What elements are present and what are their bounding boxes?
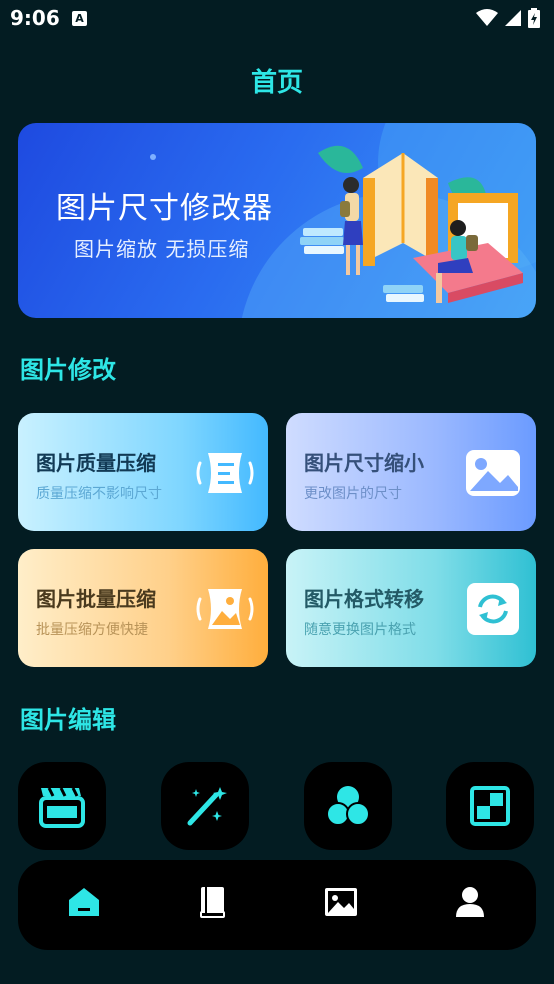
gallery-icon (325, 888, 357, 916)
card-subtitle: 更改图片的尺寸 (304, 486, 402, 502)
compress-icon (196, 453, 254, 493)
banner-title: 图片尺寸修改器 (56, 191, 273, 226)
tool-video-button[interactable] (18, 762, 106, 850)
magic-wand-icon (187, 787, 227, 826)
status-bar: 9:06 A (0, 0, 554, 38)
tab-gallery[interactable] (321, 882, 361, 922)
wifi-icon (476, 9, 498, 26)
card-title: 图片质量压缩 (36, 451, 156, 475)
bottom-tab-bar (18, 860, 536, 950)
tab-home[interactable] (64, 882, 104, 922)
card-size-reduce[interactable]: 图片尺寸缩小 更改图片的尺寸 (286, 413, 536, 531)
tool-filter-button[interactable] (304, 762, 392, 850)
tab-library[interactable] (192, 882, 232, 922)
batch-compress-icon (196, 589, 254, 629)
section-title-modify: 图片修改 (20, 356, 116, 384)
image-icon (466, 450, 520, 496)
page-title: 首页 (250, 68, 303, 98)
clapperboard-icon (39, 787, 85, 828)
status-time: 9:06 (10, 6, 60, 30)
card-title: 图片尺寸缩小 (304, 451, 424, 475)
convert-icon (467, 583, 519, 635)
banner-subtitle: 图片缩放 无损压缩 (74, 237, 250, 261)
signal-icon (505, 10, 521, 26)
battery-icon (528, 8, 540, 28)
color-filter-icon (326, 786, 370, 826)
mosaic-icon (470, 786, 510, 826)
card-quality-compress[interactable]: 图片质量压缩 质量压缩不影响尺寸 (18, 413, 268, 531)
notification-a-icon: A (72, 11, 87, 26)
card-subtitle: 批量压缩方便快捷 (36, 622, 148, 638)
user-icon (456, 887, 484, 917)
tool-mosaic-button[interactable] (446, 762, 534, 850)
card-subtitle: 质量压缩不影响尺寸 (36, 486, 162, 502)
section-title-edit: 图片编辑 (20, 706, 116, 734)
tab-profile[interactable] (450, 882, 490, 922)
card-format-convert[interactable]: 图片格式转移 随意更换图片格式 (286, 549, 536, 667)
status-icons (476, 8, 540, 28)
tool-magic-button[interactable] (161, 762, 249, 850)
card-batch-compress[interactable]: 图片批量压缩 批量压缩方便快捷 (18, 549, 268, 667)
home-icon (69, 888, 99, 916)
card-title: 图片格式转移 (304, 587, 424, 611)
card-subtitle: 随意更换图片格式 (304, 622, 416, 638)
banner[interactable]: 图片尺寸修改器 图片缩放 无损压缩 (18, 123, 536, 318)
book-icon (200, 887, 225, 918)
card-title: 图片批量压缩 (36, 587, 156, 611)
